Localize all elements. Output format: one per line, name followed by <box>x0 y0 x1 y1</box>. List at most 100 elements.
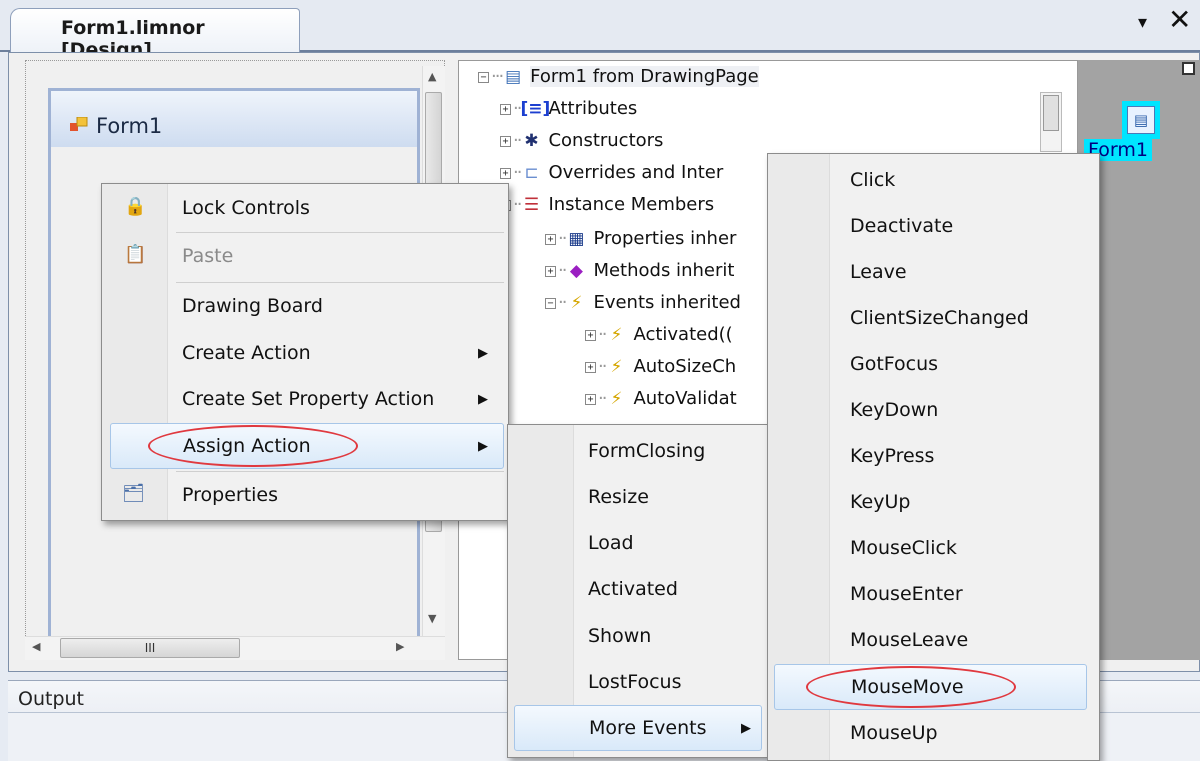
overrides-icon: ⊏ <box>524 163 539 183</box>
tree-item-label: Properties inher <box>593 228 737 249</box>
tree-item-methods[interactable]: + ·· ◆ Methods inherit <box>545 256 734 286</box>
pane-toggle-icon[interactable] <box>1182 62 1195 75</box>
dropdown-arrow-icon[interactable]: ▾ <box>1138 12 1147 33</box>
menu-item-paste[interactable]: 📋 Paste <box>102 234 508 280</box>
tree-item-label: Instance Members <box>548 194 715 215</box>
tree-item-event[interactable]: + ·· ⚡ AutoValidat <box>585 384 737 414</box>
tree-item-attributes[interactable]: + ··[≡]Attributes <box>500 94 637 124</box>
menu-item-label: Activated <box>588 578 678 600</box>
tree-scrollbar-thumb[interactable] <box>1043 95 1059 131</box>
menu-item-label: GotFocus <box>850 353 939 375</box>
menu-item-mouseup[interactable]: MouseUp <box>768 711 1099 757</box>
menu-item-label: MouseClick <box>850 537 957 559</box>
tree-item-label: Methods inherit <box>593 260 735 281</box>
expand-icon[interactable]: + <box>585 393 596 405</box>
submenu-arrow-icon: ▶ <box>478 346 488 361</box>
menu-item-click[interactable]: Click <box>768 158 1099 204</box>
menu-item-label: More Events <box>589 717 707 739</box>
event-lightning-icon: ⚡ <box>610 325 623 345</box>
scroll-up-arrow-icon[interactable]: ▲ <box>428 70 436 83</box>
form-icon <box>70 117 88 131</box>
menu-item-keyup[interactable]: KeyUp <box>768 480 1099 526</box>
menu-item-label: Create Set Property Action <box>182 388 435 410</box>
tree-item-label: Attributes <box>548 98 638 119</box>
scroll-right-arrow-icon[interactable]: ▶ <box>396 640 404 653</box>
menu-item-drawing-board[interactable]: Drawing Board <box>102 284 508 330</box>
highlight-ellipse <box>148 425 358 467</box>
tree-item-instance-members[interactable]: −··☰Instance Members <box>500 190 714 220</box>
menu-item-formclosing[interactable]: FormClosing <box>508 429 768 475</box>
menu-item-mouseleave[interactable]: MouseLeave <box>768 618 1099 664</box>
menu-item-label: Click <box>850 169 896 191</box>
tree-root[interactable]: − ··· ▤ Form1 from DrawingPage <box>478 62 759 92</box>
menu-item-leave[interactable]: Leave <box>768 250 1099 296</box>
menu-separator <box>176 282 504 283</box>
expand-icon[interactable]: + <box>545 265 556 277</box>
tree-item-label: Events inherited <box>593 292 741 313</box>
menu-item-lostfocus[interactable]: LostFocus <box>508 660 768 706</box>
menu-item-activated[interactable]: Activated <box>508 567 768 613</box>
menu-item-shown[interactable]: Shown <box>508 614 768 660</box>
menu-item-lock-controls[interactable]: 🔒 Lock Controls <box>102 186 508 232</box>
menu-item-label: Leave <box>850 261 907 283</box>
form-component-icon[interactable]: ▤ <box>1122 101 1160 139</box>
menu-item-label: KeyPress <box>850 445 935 467</box>
menu-item-clientsizechanged[interactable]: ClientSizeChanged <box>768 296 1099 342</box>
scrollbar-grip: III <box>144 641 156 655</box>
menu-item-keydown[interactable]: KeyDown <box>768 388 1099 434</box>
events-lightning-icon: ⚡ <box>570 293 583 313</box>
menu-item-mouseenter[interactable]: MouseEnter <box>768 572 1099 618</box>
menu-item-label: MouseLeave <box>850 629 969 651</box>
output-title[interactable]: Output <box>18 688 84 710</box>
tree-item-properties[interactable]: + ·· ▦ Properties inher <box>545 224 736 254</box>
tree-item-event[interactable]: + ·· ⚡ Activated(( <box>585 320 733 350</box>
tree-item-events[interactable]: − ·· ⚡ Events inherited <box>545 288 741 318</box>
collapse-icon[interactable]: − <box>478 71 489 83</box>
expand-icon[interactable]: + <box>500 135 511 147</box>
tree-item-overrides[interactable]: + ·· ⊏ Overrides and Inter <box>500 158 723 188</box>
menu-item-more-events[interactable]: More Events ▶ <box>514 705 762 751</box>
menu-separator <box>176 232 504 233</box>
menu-item-keypress[interactable]: KeyPress <box>768 434 1099 480</box>
scroll-down-arrow-icon[interactable]: ▼ <box>428 612 436 625</box>
scroll-left-arrow-icon[interactable]: ◀ <box>32 640 40 653</box>
form-title-text: Form1 <box>96 114 163 138</box>
menu-item-label: FormClosing <box>588 440 706 462</box>
constructors-icon: ✱ <box>524 131 539 151</box>
tree-item-event[interactable]: + ·· ⚡ AutoSizeCh <box>585 352 736 382</box>
menu-item-resize[interactable]: Resize <box>508 475 768 521</box>
highlight-ellipse <box>806 666 1016 708</box>
expand-icon[interactable]: + <box>585 361 596 373</box>
tree-item-label: Activated(( <box>633 324 733 345</box>
event-lightning-icon: ⚡ <box>610 357 623 377</box>
menu-item-mouseclick[interactable]: MouseClick <box>768 526 1099 572</box>
menu-item-label: Load <box>588 532 634 554</box>
close-icon[interactable]: ✕ <box>1168 6 1191 34</box>
document-tab[interactable]: Form1.limnor [Design] <box>10 8 300 61</box>
tree-item-label: Constructors <box>548 130 664 151</box>
menu-item-label: MouseUp <box>850 722 938 744</box>
menu-item-label: Paste <box>182 245 234 267</box>
menu-item-deactivate[interactable]: Deactivate <box>768 204 1099 250</box>
expand-icon[interactable]: + <box>545 233 556 245</box>
expand-icon[interactable]: + <box>585 329 596 341</box>
menu-item-label: Shown <box>588 625 652 647</box>
horizontal-scrollbar-thumb[interactable]: III <box>60 638 240 658</box>
submenu-arrow-icon: ▶ <box>478 439 488 454</box>
menu-item-properties[interactable]: 🗂 Properties <box>102 473 508 519</box>
menu-item-load[interactable]: Load <box>508 521 768 567</box>
tree-item-label: AutoValidat <box>633 388 737 409</box>
menu-item-label: Resize <box>588 486 649 508</box>
expand-icon[interactable]: + <box>500 103 511 115</box>
tree-item-constructors[interactable]: + ·· ✱ Constructors <box>500 126 663 156</box>
menu-item-create-set-property-action[interactable]: Create Set Property Action ▶ <box>102 377 508 423</box>
more-events-submenu: Click Deactivate Leave ClientSizeChanged… <box>767 153 1100 761</box>
menu-item-label: Deactivate <box>850 215 954 237</box>
menu-item-label: KeyUp <box>850 491 911 513</box>
form-component-glyph: ▤ <box>1127 106 1155 134</box>
menu-item-create-action[interactable]: Create Action ▶ <box>102 331 508 377</box>
menu-item-gotfocus[interactable]: GotFocus <box>768 342 1099 388</box>
collapse-icon[interactable]: − <box>545 297 556 309</box>
expand-icon[interactable]: + <box>500 167 511 179</box>
menu-item-label: Lock Controls <box>182 197 310 219</box>
